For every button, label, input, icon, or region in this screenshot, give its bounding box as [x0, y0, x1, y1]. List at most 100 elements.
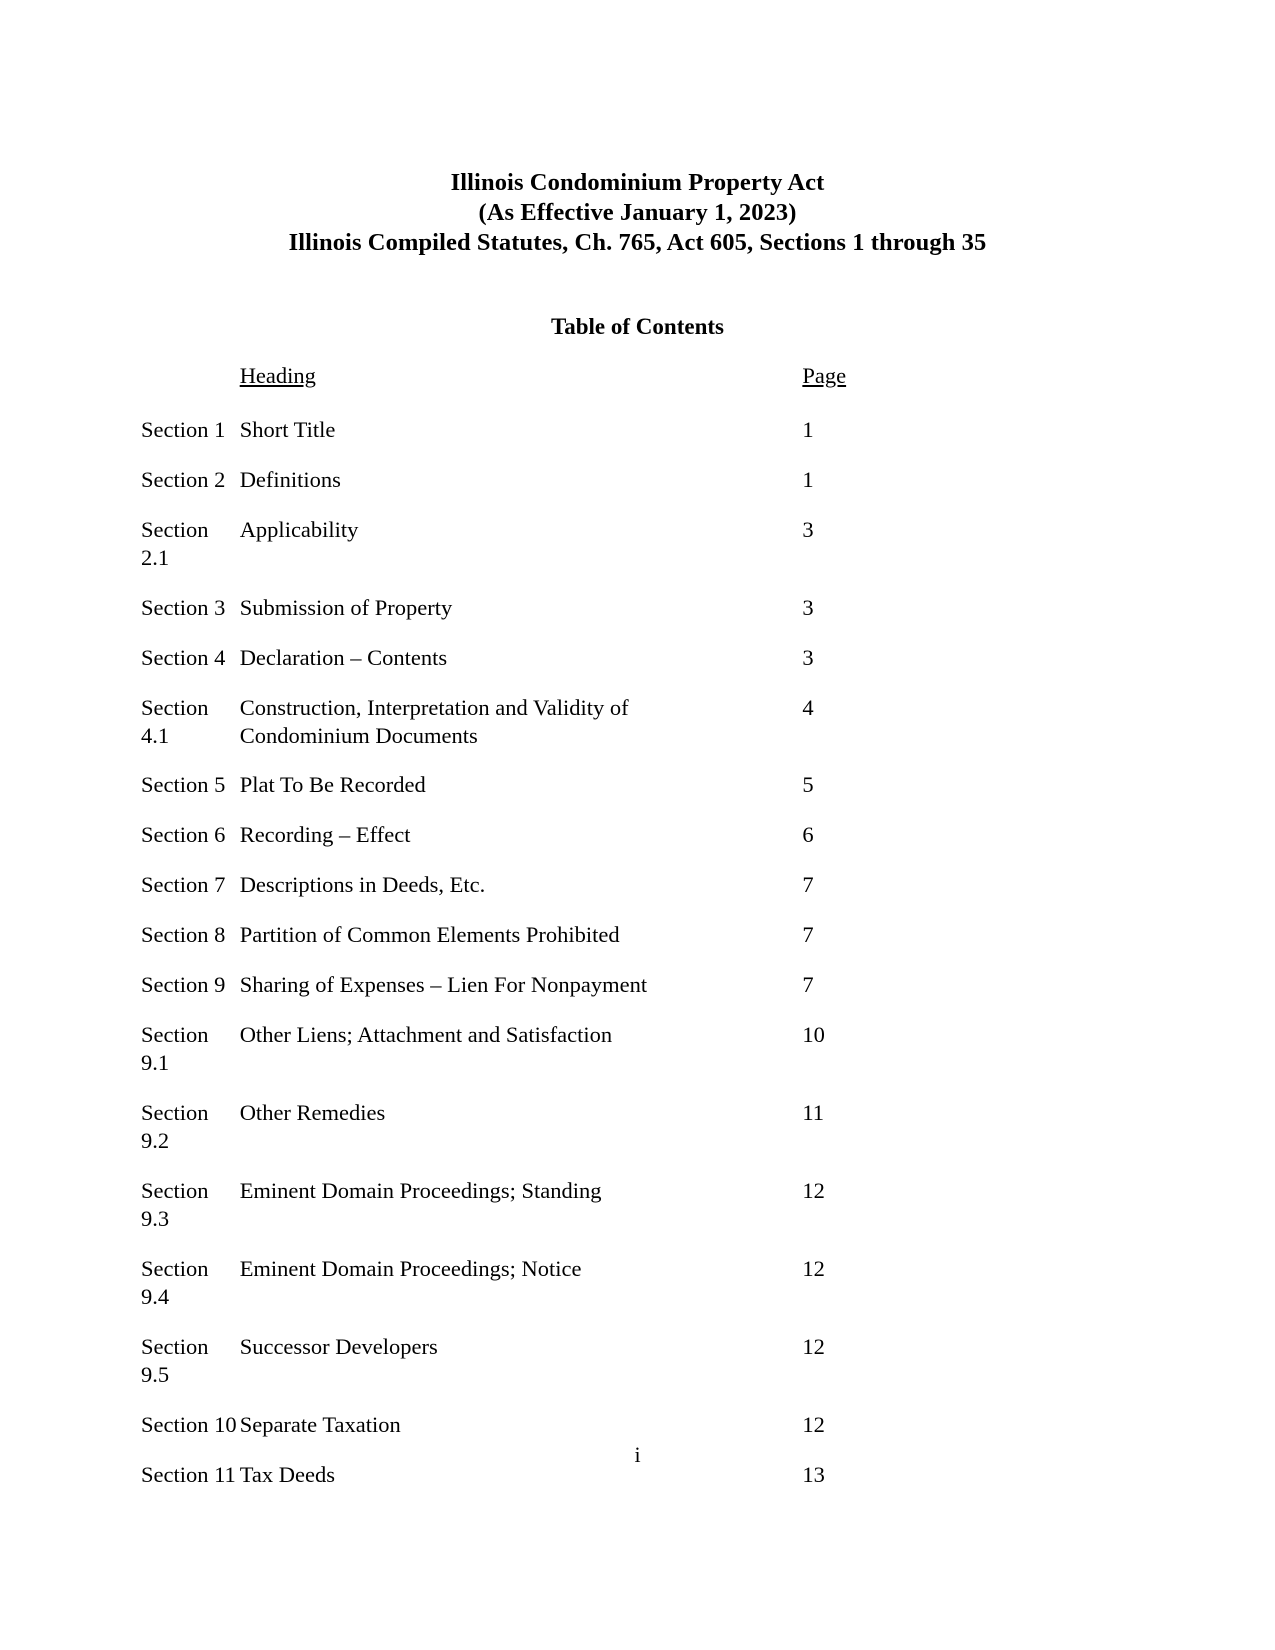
table-row[interactable]: Section 9.2 Other Remedies 11 [0, 1099, 1275, 1177]
table-header-row: Heading Page [0, 362, 1275, 416]
toc-row-spacer [1072, 694, 1275, 771]
document-title-line-2: (As Effective January 1, 2023) [478, 199, 797, 226]
table-row[interactable]: Section 4 Declaration – Contents 3 [0, 644, 1275, 694]
toc-section-label: Section 9 [141, 972, 226, 997]
table-of-contents: Heading Page Section 1 Short Title 1 Sectio… [0, 362, 1275, 1511]
toc-section-label: Section 2.1 [141, 517, 209, 570]
toc-page-number: 1 [802, 467, 814, 492]
document-title-line-1: Illinois Condominium Property Act [450, 169, 825, 196]
toc-section-label: Section 3 [141, 595, 226, 620]
document-title-line-3: Illinois Compiled Statutes, Ch. 765, Act… [288, 229, 987, 256]
toc-heading-line-1: Partition of Common Elements Prohibited [239, 922, 620, 947]
column-header-page-label: Page [802, 363, 847, 388]
toc-section-label: Section 9.2 [141, 1100, 209, 1153]
table-row[interactable]: Section 2 Definitions 1 [0, 466, 1275, 516]
table-row[interactable]: Section 1 Short Title 1 [0, 416, 1275, 466]
toc-page-number: 1 [802, 417, 814, 442]
toc-page-number: 12 [802, 1178, 825, 1203]
footer-page-number: i [634, 1442, 641, 1467]
toc-row-spacer [1072, 416, 1275, 466]
toc-row-spacer [1072, 466, 1275, 516]
toc-heading-label: Declaration – Contents [240, 644, 803, 694]
toc-heading-line-1: Plat To Be Recorded [239, 772, 426, 797]
toc-heading-line-1: Recording – Effect [239, 822, 411, 847]
toc-heading-label: Descriptions in Deeds, Etc. [240, 871, 803, 921]
table-of-contents-title: Table of Contents [551, 314, 724, 339]
toc-row-spacer [1072, 1099, 1275, 1177]
table-row[interactable]: Section 9.3 Eminent Domain Proceedings; S… [0, 1177, 1275, 1255]
toc-section-label: Section 9.3 [141, 1178, 209, 1231]
table-row[interactable]: Section 11 Tax Deeds 13 [0, 1461, 1275, 1511]
toc-page-number: 7 [802, 872, 814, 897]
toc-page-number: 13 [802, 1462, 825, 1487]
toc-page-number: 6 [802, 822, 814, 847]
toc-row-spacer [1072, 1177, 1275, 1255]
toc-heading-line-1: Declaration – Contents [239, 645, 448, 670]
table-row[interactable]: Section 4.1 Construction, Interpretation … [0, 694, 1275, 771]
toc-page-number: 4 [802, 695, 814, 720]
toc-heading-line-2: Condominium Documents [239, 723, 478, 748]
document-page: Illinois Condominium Property Act (As Ef… [0, 0, 1275, 1650]
table-row[interactable]: Section 2.1 Applicability 3 [0, 516, 1275, 594]
toc-section-label: Section 4.1 [141, 695, 209, 748]
document-title-block: Illinois Condominium Property Act (As Ef… [0, 168, 1275, 258]
toc-heading-line-1: Sharing of Expenses – Lien For Nonpaymen… [239, 972, 648, 997]
toc-page-number: 12 [802, 1334, 825, 1359]
toc-page-number: 3 [802, 595, 814, 620]
toc-heading-line-1: Submission of Property [239, 595, 453, 620]
toc-row-spacer [1072, 644, 1275, 694]
toc-section-label: Section 2 [141, 467, 226, 492]
toc-section-label: Section 8 [141, 922, 226, 947]
table-row[interactable]: Section 3 Submission of Property 3 [0, 594, 1275, 644]
toc-heading-line-1: Eminent Domain Proceedings; Standing [239, 1178, 602, 1203]
toc-row-spacer [1072, 921, 1275, 971]
toc-section-label: Section 7 [141, 872, 226, 897]
toc-section-label: Section 9.4 [141, 1256, 209, 1309]
toc-heading-label: Other Remedies [240, 1099, 803, 1177]
toc-heading-label: Eminent Domain Proceedings; Notice [240, 1255, 803, 1333]
toc-section-label: Section 9.1 [141, 1022, 209, 1075]
toc-heading-label: Sharing of Expenses – Lien For Nonpaymen… [240, 971, 803, 1021]
table-row[interactable]: Section 6 Recording – Effect 6 [0, 821, 1275, 871]
column-header-heading-label: Heading [239, 363, 316, 388]
toc-section-label: Section 5 [141, 772, 226, 797]
toc-heading-label: Applicability [240, 516, 803, 594]
table-row[interactable]: Section 9.4 Eminent Domain Proceedings; N… [0, 1255, 1275, 1333]
toc-page-number: 7 [802, 922, 814, 947]
toc-row-spacer [1072, 871, 1275, 921]
toc-row-spacer [1072, 1333, 1275, 1411]
table-row[interactable]: Section 9 Sharing of Expenses – Lien For … [0, 971, 1275, 1021]
toc-heading-label: Partition of Common Elements Prohibited [240, 921, 803, 971]
toc-heading-line-1: Other Liens; Attachment and Satisfaction [239, 1022, 613, 1047]
toc-heading-label: Definitions [240, 466, 803, 516]
toc-section-label: Section 6 [141, 822, 226, 847]
toc-heading-line-1: Other Remedies [239, 1100, 386, 1125]
toc-page-number: 3 [802, 517, 814, 542]
toc-page-number: 5 [802, 772, 814, 797]
table-row[interactable]: Section 7 Descriptions in Deeds, Etc. 7 [0, 871, 1275, 921]
table-row[interactable]: Section 8 Partition of Common Elements Pr… [0, 921, 1275, 971]
toc-heading-label: Recording – Effect [240, 821, 803, 871]
toc-heading-label: Successor Developers [240, 1333, 803, 1411]
toc-section-label: Section 9.5 [141, 1334, 209, 1387]
toc-heading-label: Short Title [240, 416, 803, 466]
toc-page-number: 3 [802, 645, 814, 670]
toc-section-label: Section 11 [141, 1462, 236, 1487]
toc-heading-line-1: Definitions [239, 467, 341, 492]
toc-heading-line-1: Descriptions in Deeds, Etc. [239, 872, 486, 897]
toc-heading-line-1: Construction, Interpretation and Validit… [239, 695, 629, 720]
toc-row-spacer [1072, 821, 1275, 871]
toc-heading-label: Construction, Interpretation and Validit… [240, 694, 803, 771]
toc-row-spacer [1072, 1461, 1275, 1511]
table-of-contents-body: Section 1 Short Title 1 Section 2 Definition… [0, 416, 1275, 1511]
toc-heading-line-1: Eminent Domain Proceedings; Notice [239, 1256, 582, 1281]
toc-heading-label: Eminent Domain Proceedings; Standing [240, 1177, 803, 1255]
toc-heading-line-1: Short Title [239, 417, 336, 442]
table-row[interactable]: Section 9.5 Successor Developers 12 [0, 1333, 1275, 1411]
table-row[interactable]: Section 5 Plat To Be Recorded 5 [0, 771, 1275, 821]
toc-page-number: 12 [802, 1256, 825, 1281]
toc-heading-label: Other Liens; Attachment and Satisfaction [240, 1021, 803, 1099]
toc-section-label: Section 1 [141, 417, 226, 442]
toc-page-number: 7 [802, 972, 814, 997]
table-row[interactable]: Section 9.1 Other Liens; Attachment and S… [0, 1021, 1275, 1099]
